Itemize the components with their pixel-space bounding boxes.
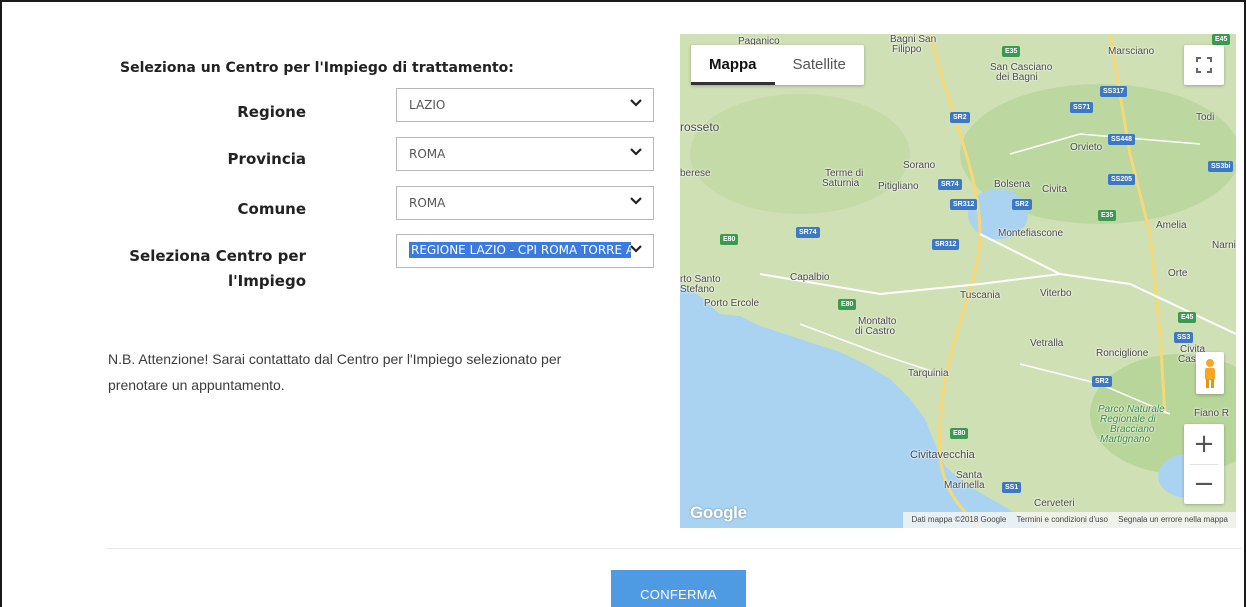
- centro-label-line2: l'Impiego: [227, 272, 306, 290]
- tab-satellite[interactable]: Satellite: [775, 45, 864, 85]
- map-place: Montefiascone: [998, 228, 1064, 239]
- provincia-value: ROMA: [409, 147, 446, 161]
- map-data-credit: Dati mappa ©2018 Google: [911, 515, 1007, 524]
- map-attribution: Dati mappa ©2018 Google Termini e condiz…: [903, 512, 1236, 528]
- centro-select[interactable]: REGIONE LAZIO - CPI ROMA TORRE A: [396, 234, 654, 268]
- provincia-select[interactable]: ROMA: [396, 137, 654, 171]
- zoom-out-button[interactable]: −: [1184, 464, 1224, 504]
- map-place: Civitavecchia: [910, 449, 975, 461]
- map-place: Martignano: [1100, 434, 1151, 445]
- chevron-down-icon: [630, 99, 642, 107]
- fullscreen-button[interactable]: [1184, 45, 1224, 85]
- map-place: Viterbo: [1040, 288, 1072, 299]
- notice-line2: prenotare un appuntamento.: [108, 377, 285, 393]
- zoom-control: + −: [1184, 424, 1224, 504]
- map-type-control: Mappa Satellite: [691, 45, 864, 85]
- map-place: Fiano R: [1194, 408, 1230, 419]
- road-shield: SR2: [1092, 376, 1112, 387]
- road-shield: SS317: [1100, 86, 1128, 97]
- map-place: Marsciano: [1108, 46, 1155, 57]
- map-place: Orvieto: [1070, 142, 1103, 153]
- map-place: Capalbio: [790, 272, 830, 283]
- map-place: Marinella: [944, 480, 985, 491]
- notice-line1: N.B. Attenzione! Sarai contattato dal Ce…: [108, 351, 562, 367]
- map-place: Civita: [1042, 184, 1068, 195]
- comune-label: Comune: [237, 200, 306, 218]
- map-place: Narni: [1212, 240, 1236, 251]
- chevron-down-icon: [630, 197, 642, 205]
- chevron-down-icon: [630, 148, 642, 156]
- road-shield: E45: [1212, 34, 1231, 45]
- map-place: Tuscania: [960, 290, 1001, 301]
- map-place: rosseto: [680, 120, 720, 134]
- road-shield: SR74: [796, 227, 820, 238]
- road-shield: SR312: [950, 199, 978, 210]
- map-place: Porto Ercole: [704, 298, 760, 309]
- road-shield: SS3: [1174, 332, 1194, 343]
- tab-mappa[interactable]: Mappa: [691, 45, 775, 85]
- regione-value: LAZIO: [409, 98, 446, 112]
- confirm-button[interactable]: CONFERMA: [611, 570, 746, 607]
- centro-label: Seleziona Centro per l'Impiego: [129, 244, 306, 294]
- zoom-in-button[interactable]: +: [1184, 424, 1224, 464]
- map-place: Tarquinia: [908, 368, 949, 379]
- road-shield: SR312: [932, 239, 960, 250]
- google-logo: Google: [690, 503, 747, 522]
- road-shield: SS3bi: [1208, 161, 1234, 172]
- road-shield: SR2: [1012, 199, 1032, 210]
- map-place: Todi: [1196, 112, 1215, 123]
- centro-label-line1: Seleziona Centro per: [129, 247, 306, 265]
- map-place: Saturnia: [822, 178, 860, 189]
- map-widget[interactable]: Paganico Bagni San Filippo San Casciano …: [680, 34, 1236, 528]
- road-shield: E80: [838, 299, 857, 310]
- map-place: Orte: [1168, 268, 1188, 279]
- form-heading: Seleziona un Centro per l'Impiego di tra…: [120, 60, 514, 76]
- notice-text: N.B. Attenzione! Sarai contattato dal Ce…: [108, 346, 668, 398]
- section-divider: [106, 548, 1242, 549]
- street-view-button[interactable]: [1196, 352, 1224, 394]
- road-shield: SS1: [1002, 482, 1022, 493]
- pegman-icon: [1205, 359, 1215, 388]
- road-shield: E80: [950, 428, 969, 439]
- fullscreen-icon: [1196, 57, 1212, 73]
- map-place: Bolsena: [994, 179, 1031, 190]
- road-shield: SS71: [1070, 102, 1094, 113]
- regione-select[interactable]: LAZIO: [396, 88, 654, 122]
- road-shield: E35: [1002, 46, 1021, 57]
- map-place: Vetralla: [1030, 338, 1064, 349]
- map-place: di Castro: [855, 326, 896, 337]
- map-place: Sorano: [903, 160, 936, 171]
- comune-value: ROMA: [409, 196, 446, 210]
- report-error-link[interactable]: Segnala un errore nella mappa: [1118, 515, 1228, 524]
- centro-value: REGIONE LAZIO - CPI ROMA TORRE A: [409, 242, 631, 258]
- terms-link[interactable]: Termini e condizioni d'uso: [1017, 515, 1108, 524]
- road-shield: SR2: [950, 112, 970, 123]
- map-place: Filippo: [892, 44, 922, 55]
- map-place: Pitigliano: [878, 181, 919, 192]
- road-shield: SS448: [1108, 134, 1136, 145]
- road-shield: E35: [1098, 210, 1117, 221]
- map-place: dei Bagni: [996, 72, 1038, 83]
- road-shield: E45: [1178, 312, 1197, 323]
- map-place: berese: [680, 168, 711, 179]
- map-place: Cerveteri: [1034, 498, 1075, 509]
- road-shield: SS205: [1108, 174, 1136, 185]
- page-frame: Seleziona un Centro per l'Impiego di tra…: [0, 0, 1246, 607]
- road-shield: E80: [720, 234, 739, 245]
- map-place: Amelia: [1156, 220, 1187, 231]
- map-place: Stefano: [680, 284, 715, 295]
- map-place: Ronciglione: [1096, 348, 1149, 359]
- road-shield: SR74: [938, 179, 962, 190]
- chevron-down-icon: [630, 245, 642, 253]
- regione-label: Regione: [237, 103, 306, 121]
- provincia-label: Provincia: [227, 150, 306, 168]
- comune-select[interactable]: ROMA: [396, 186, 654, 220]
